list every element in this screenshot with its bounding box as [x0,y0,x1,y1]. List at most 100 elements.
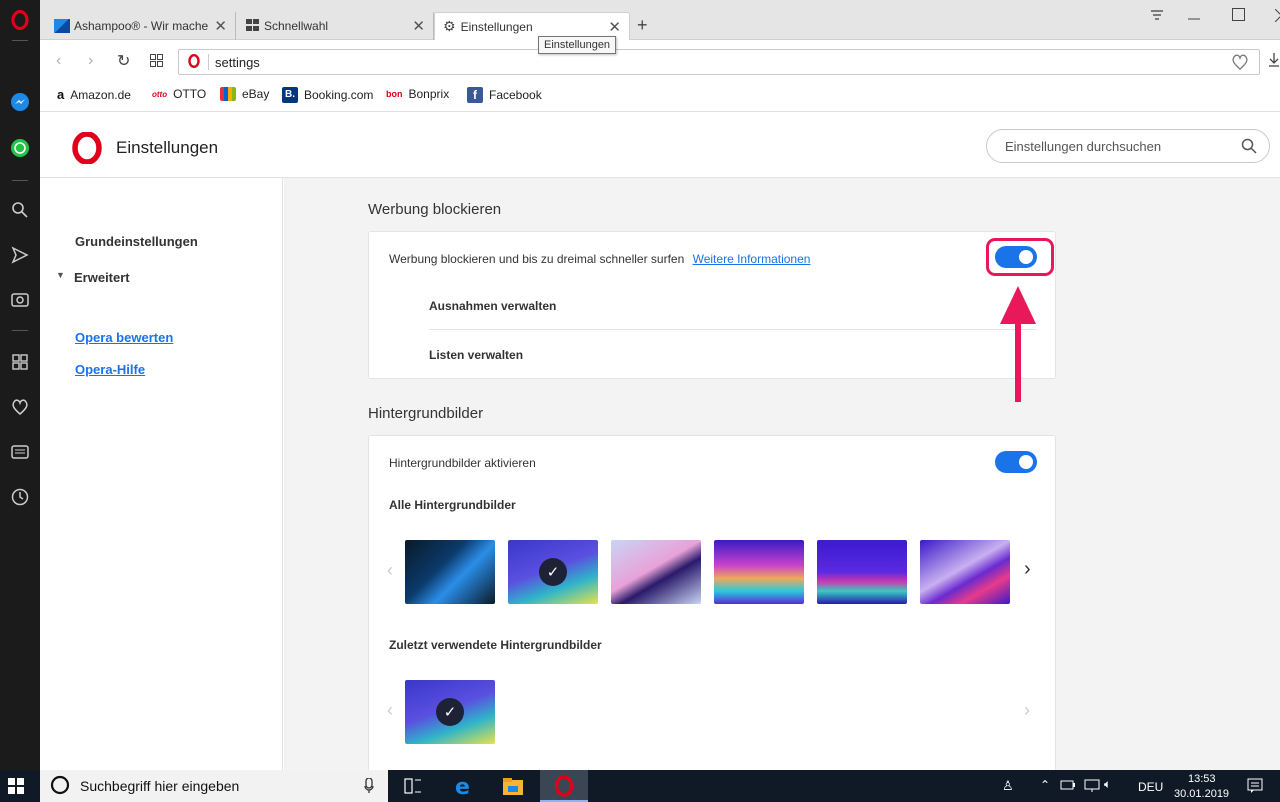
tab-speed-dial[interactable]: Schnellwahl ✕ [238,12,434,40]
page-title: Einstellungen [116,138,219,157]
adblock-section-title: Werbung blockieren [368,201,502,218]
edge-icon[interactable]: e [454,775,476,800]
tab-title: Ashampoo® - Wir machen [74,19,209,33]
caret-down-icon[interactable]: ▼ [56,270,65,280]
opera-help-link[interactable]: Opera-Hilfe [75,362,145,377]
bookmark-bonprix[interactable]: bon Bonprix [386,87,449,101]
clock-date[interactable]: 30.01.2019 [1174,788,1229,800]
nav-basic[interactable]: Grundeinstellungen [75,234,198,249]
highlight-box [986,238,1054,276]
speed-dial-icon[interactable] [8,350,32,374]
people-icon[interactable]: ♙ [1002,778,1014,794]
network-icon[interactable] [1084,779,1100,796]
bookmark-label: OTTO [173,87,207,101]
tab-ashampoo[interactable]: Ashampoo® - Wir machen ✕ [46,12,236,40]
microphone-icon[interactable] [364,777,374,797]
download-icon[interactable] [1268,52,1280,71]
wallpaper-thumb-gradient[interactable] [714,540,804,604]
annotation-arrow [998,280,1038,407]
battery-icon[interactable] [1060,779,1076,794]
recent-wallpaper-thumb[interactable]: ✓ [405,680,495,744]
new-tab-button[interactable]: + [637,15,648,36]
reload-icon[interactable]: ↻ [117,51,130,71]
camera-icon[interactable] [8,287,32,311]
otto-icon: otto [152,89,168,99]
url-text: settings [215,54,260,70]
rate-opera-link[interactable]: Opera bewerten [75,330,173,345]
close-icon[interactable]: ✕ [608,18,621,36]
bookmark-otto[interactable]: otto OTTO [152,87,206,101]
bookmark-facebook[interactable]: f Facebook [467,87,542,103]
close-icon[interactable]: ✕ [412,17,425,35]
volume-icon[interactable]: 🔈︎ [1104,777,1111,792]
chevron-right-icon[interactable]: › [1024,558,1031,581]
taskbar-search-input[interactable]: Suchbegriff hier eingeben [40,770,388,802]
speed-dial-icon[interactable] [150,54,163,70]
search-placeholder: Einstellungen durchsuchen [1005,138,1162,154]
wallpapers-enable-label: Hintergrundbilder aktivieren [389,456,536,470]
minimize-button[interactable] [1188,8,1200,27]
wallpapers-toggle[interactable] [995,451,1037,473]
opera-icon [188,53,200,71]
bookmark-ebay[interactable]: eBay [220,87,269,101]
chevron-up-icon[interactable]: ⌃ [1040,778,1050,792]
search-icon[interactable] [1241,138,1257,157]
ashampoo-icon [54,19,70,33]
cortana-icon [50,775,70,798]
clock-time[interactable]: 13:53 [1188,773,1216,785]
gear-icon: ⚙ [443,18,456,34]
speed-dial-icon [246,18,259,34]
language-indicator[interactable]: DEU [1138,780,1163,794]
messenger-icon[interactable] [8,90,32,114]
tab-title: Einstellungen [460,19,533,34]
amazon-icon: a [57,87,65,102]
svg-text:e: e [455,776,470,796]
opera-menu-icon[interactable] [8,8,32,32]
bookmark-booking[interactable]: B. Booking.com [282,87,373,103]
manage-exceptions-item[interactable]: Ausnahmen verwalten [429,299,556,313]
wallpaper-thumb-abstract[interactable] [920,540,1010,604]
news-icon[interactable] [8,440,32,464]
more-info-link[interactable]: Weitere Informationen [693,252,811,266]
wallpapers-card: Hintergrundbilder aktivieren Alle Hinter… [368,435,1056,770]
heart-icon[interactable] [8,395,32,419]
notifications-icon[interactable] [1247,778,1263,797]
history-icon[interactable] [8,485,32,509]
bookmark-label: Bonprix [408,87,450,101]
close-icon[interactable]: ✕ [214,17,227,35]
send-icon[interactable] [8,243,32,267]
bookmark-label: Amazon.de [70,87,131,102]
nav-advanced[interactable]: Erweitert [74,270,130,285]
tab-tooltip: Einstellungen [538,36,617,54]
taskbar-search-placeholder: Suchbegriff hier eingeben [80,778,240,794]
chevron-left-icon[interactable]: ‹ [387,560,393,581]
maximize-button[interactable] [1232,8,1245,26]
checkmark-icon: ✓ [436,698,464,726]
task-view-icon[interactable] [404,778,422,797]
adblock-text: Werbung blockieren und bis zu dreimal sc… [389,252,685,266]
tab-menu-icon[interactable] [1150,8,1164,27]
taskbar-opera-button[interactable] [540,770,588,802]
recent-wallpapers-title: Zuletzt verwendete Hintergrundbilder [389,638,602,652]
manage-lists-item[interactable]: Listen verwalten [429,348,523,362]
wallpaper-thumb-mountains[interactable] [817,540,907,604]
chevron-right-icon[interactable]: › [1024,700,1030,721]
heart-icon[interactable] [1231,54,1249,73]
file-explorer-icon[interactable] [502,776,524,799]
whatsapp-icon[interactable] [8,136,32,160]
ebay-icon [220,87,236,101]
close-window-button[interactable] [1274,8,1280,27]
bookmark-amazon[interactable]: a Amazon.de [57,87,131,102]
back-icon[interactable]: ‹ [56,52,61,70]
bookmark-label: Facebook [489,88,542,102]
settings-search-input[interactable]: Einstellungen durchsuchen [986,129,1270,163]
forward-icon[interactable]: › [88,52,93,70]
chevron-left-icon[interactable]: ‹ [387,700,393,721]
wallpaper-thumb-wave[interactable] [611,540,701,604]
wallpaper-thumb-windows[interactable] [405,540,495,604]
wallpaper-thumb-selected[interactable]: ✓ [508,540,598,604]
address-field[interactable]: settings [178,49,1260,75]
search-icon[interactable] [8,198,32,222]
opera-icon [554,775,574,800]
windows-start-icon[interactable] [8,778,24,797]
